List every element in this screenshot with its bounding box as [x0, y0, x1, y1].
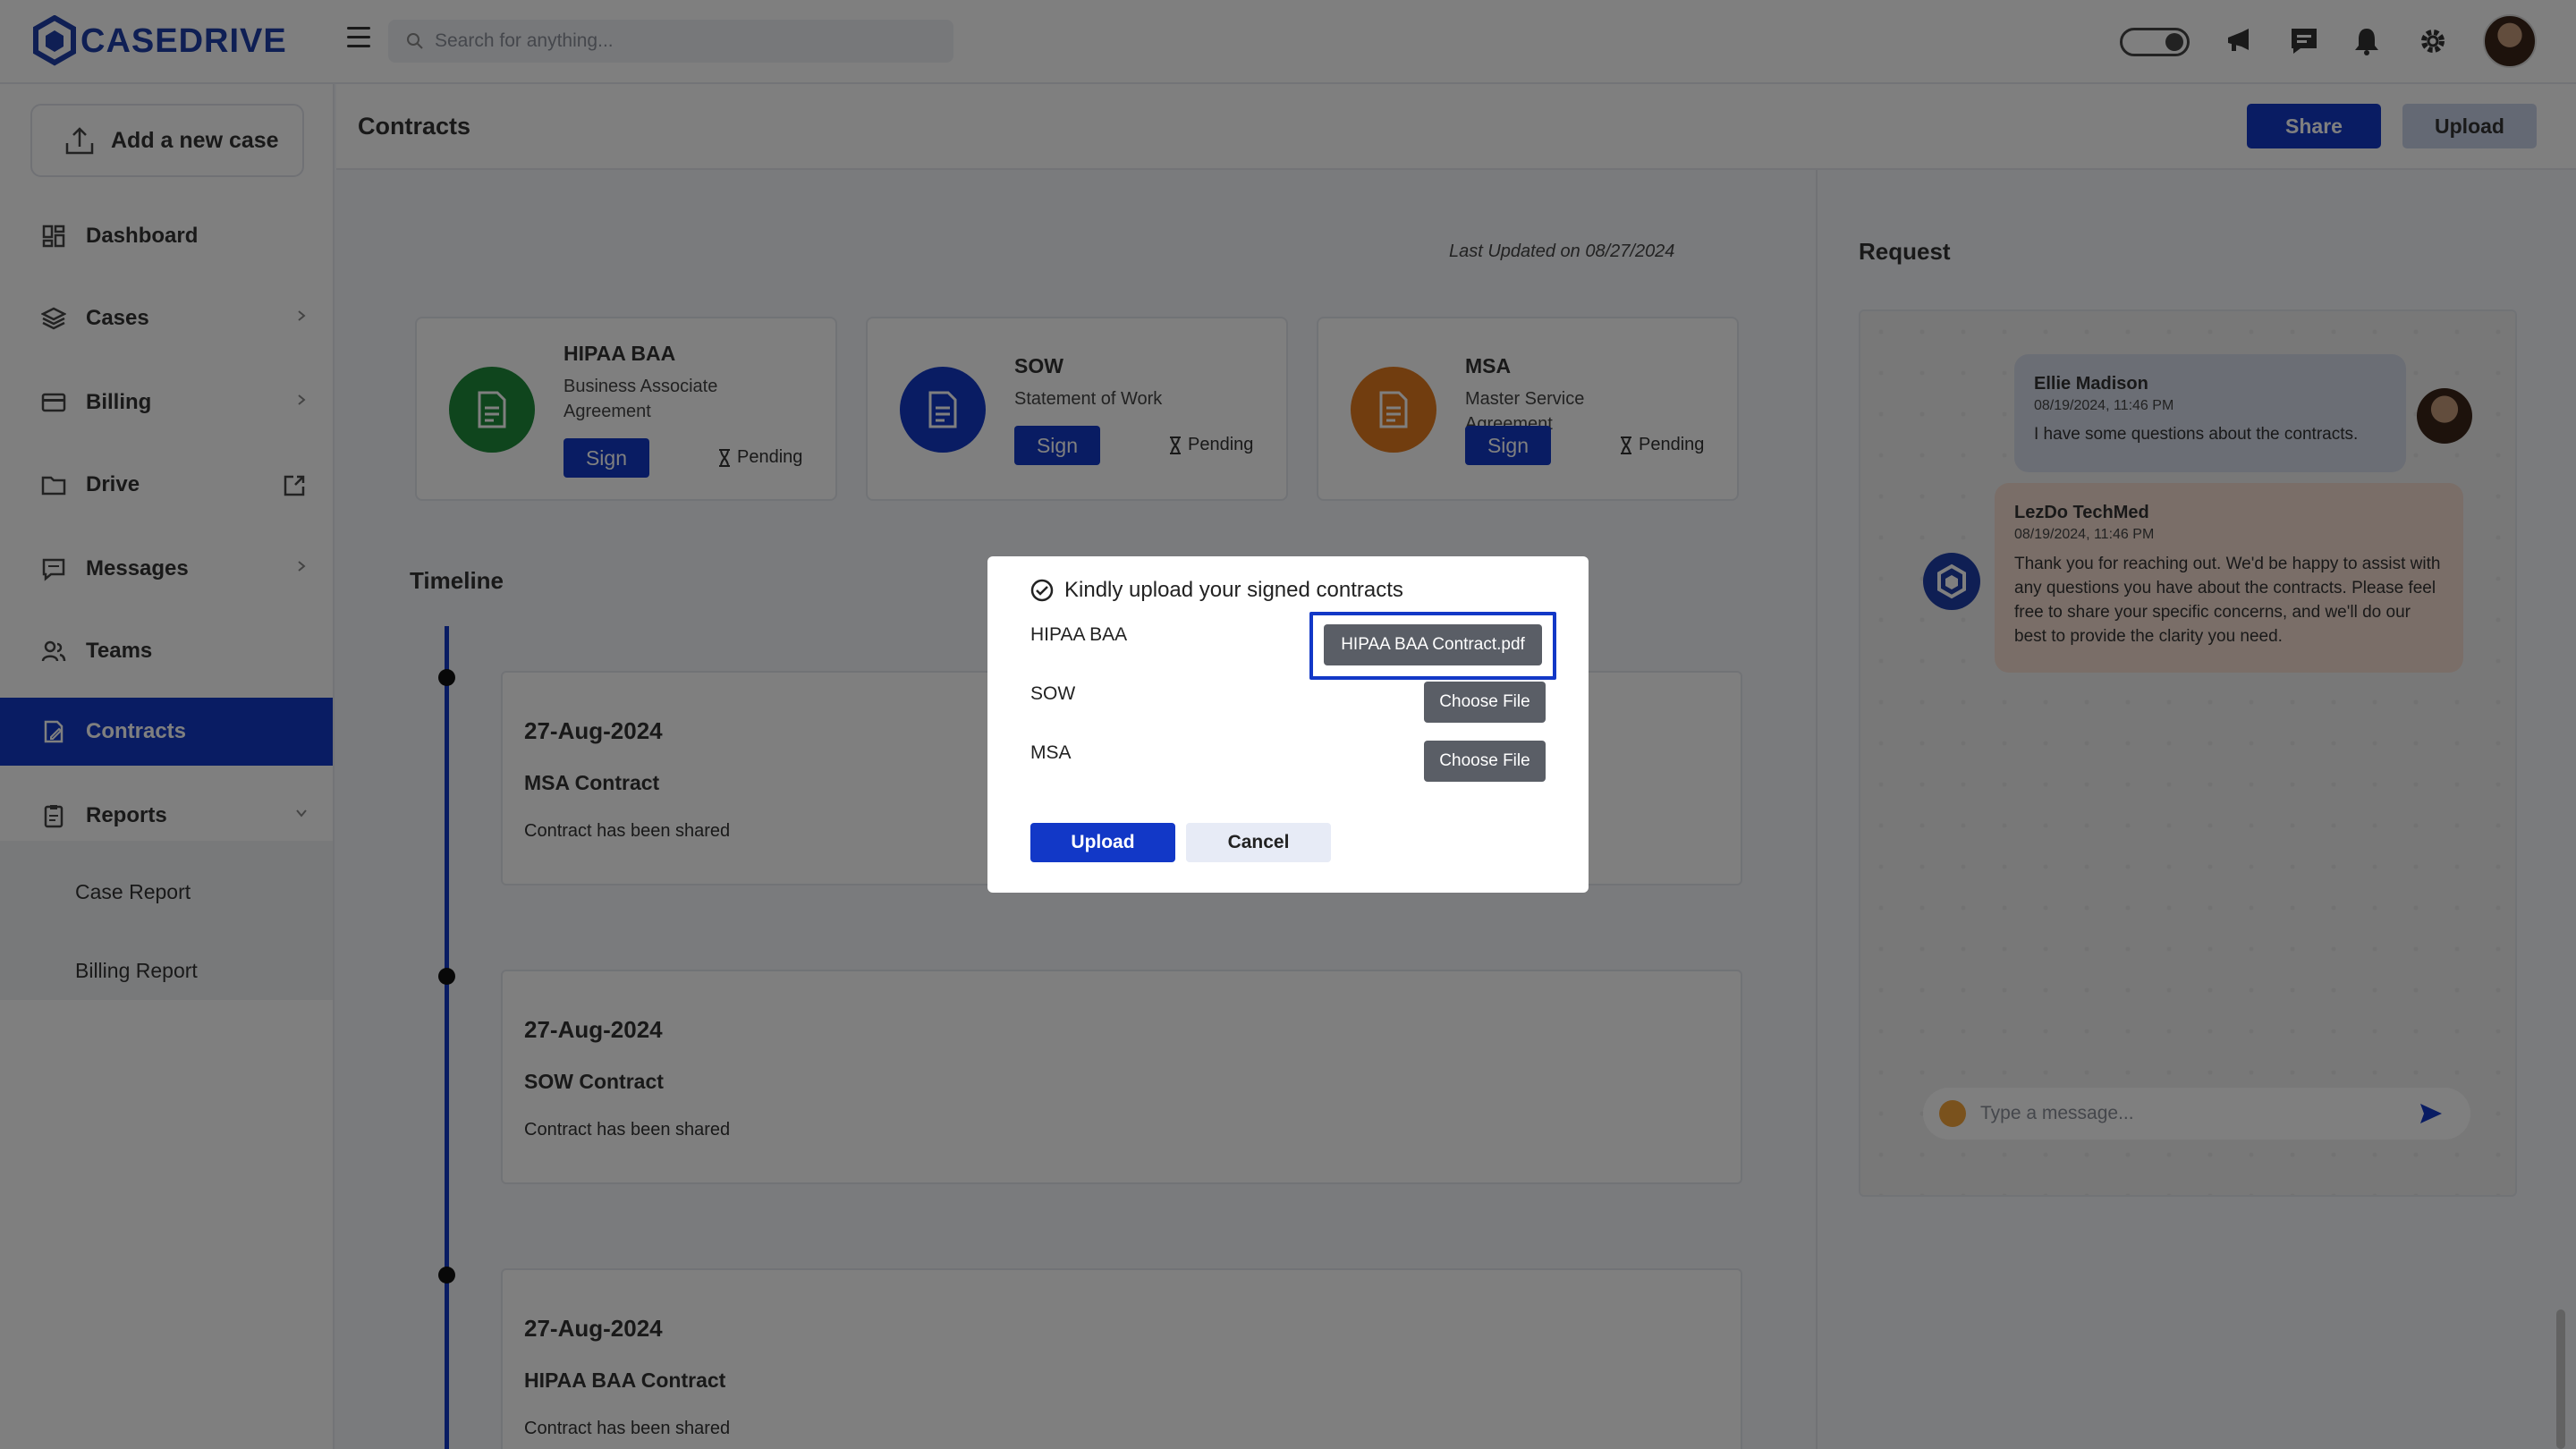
- upload-contracts-dialog: Kindly upload your signed contracts HIPA…: [987, 556, 1589, 893]
- sow-file-input[interactable]: Choose File: [1424, 682, 1546, 723]
- dialog-upload-button[interactable]: Upload: [1030, 823, 1175, 862]
- msa-file-input[interactable]: Choose File: [1424, 741, 1546, 782]
- msa-upload-label: MSA: [1030, 742, 1072, 763]
- dialog-title: Kindly upload your signed contracts: [1030, 578, 1403, 603]
- check-circle-icon: [1030, 579, 1054, 602]
- sow-upload-label: SOW: [1030, 683, 1076, 704]
- dialog-title-text: Kindly upload your signed contracts: [1064, 578, 1403, 602]
- hipaa-upload-label: HIPAA BAA: [1030, 624, 1128, 645]
- hipaa-file-input[interactable]: HIPAA BAA Contract.pdf: [1324, 624, 1542, 665]
- dialog-cancel-button[interactable]: Cancel: [1186, 823, 1331, 862]
